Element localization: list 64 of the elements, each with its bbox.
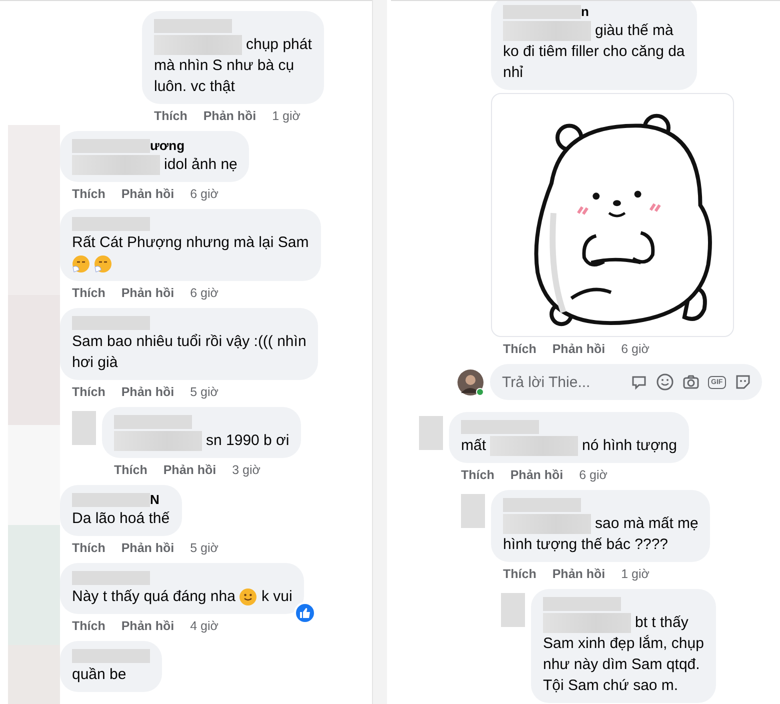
camera-icon[interactable]	[682, 373, 700, 391]
like-link[interactable]: Thích	[154, 107, 188, 125]
sneezing-emoji-icon	[94, 254, 112, 272]
comment-text: nhỉ	[503, 63, 524, 83]
reply-link[interactable]: Phản hồi	[163, 461, 216, 479]
reply-link[interactable]: Phản hồi	[121, 383, 174, 401]
commenter-name: ương	[150, 138, 185, 154]
comment-text: Này t thấy quá đáng nha	[72, 587, 236, 607]
comment-text: Da lão hoá thế	[72, 509, 170, 529]
comment-text: quần be	[72, 665, 126, 685]
timestamp: 6 giờ	[579, 467, 608, 484]
comment-text: ko đi tiêm filler cho căng da	[503, 42, 685, 62]
like-link[interactable]: Thích	[72, 185, 106, 203]
timestamp: 6 giờ	[621, 341, 650, 358]
reply-link[interactable]: Phản hồi	[121, 617, 174, 635]
reply-link[interactable]: Phản hồi	[552, 565, 606, 583]
comment-text: hình tượng thế bác ????	[503, 535, 668, 555]
avatar[interactable]	[457, 368, 484, 396]
reply-link[interactable]: Phản hồi	[510, 466, 564, 484]
timestamp: 6 giờ	[190, 186, 218, 203]
comment-text: nó hình tượng	[582, 436, 677, 456]
reply-link[interactable]: Phản hồi	[121, 185, 174, 203]
sticker-icon[interactable]	[734, 373, 752, 391]
comment-text: giàu thế mà	[595, 21, 674, 41]
reply-link[interactable]: Phản hồi	[203, 107, 256, 125]
comment-text: như này dìm Sam qtqđ.	[543, 655, 700, 675]
like-link[interactable]: Thích	[72, 539, 106, 557]
like-link[interactable]: Thích	[72, 383, 106, 401]
smiley-icon[interactable]	[656, 373, 674, 391]
timestamp: 1 giờ	[621, 566, 650, 583]
timestamp: 1 giờ	[272, 108, 300, 125]
commenter-name: n	[581, 4, 589, 20]
like-reaction-icon[interactable]	[294, 602, 316, 624]
comment-text: mà nhìn S như bà cụ	[154, 56, 294, 76]
comment-text: bt t thấy	[635, 613, 688, 633]
comment-text: luôn. vc thật	[154, 77, 235, 97]
commenter-name: N	[150, 492, 160, 508]
timestamp: 3 giờ	[232, 462, 260, 479]
timestamp: 5 giờ	[190, 384, 218, 401]
like-link[interactable]: Thích	[72, 617, 106, 635]
timestamp: 6 giờ	[190, 285, 218, 302]
sneezing-emoji-icon	[72, 254, 90, 272]
comment-text: Sam xinh đẹp lắm, chụp	[543, 634, 704, 654]
comment-text: k vui	[261, 587, 292, 607]
reply-link[interactable]: Phản hồi	[552, 340, 606, 358]
comment-text: mất	[461, 436, 486, 456]
comment-text: hơi già	[72, 353, 118, 373]
smiley-emoji-icon	[239, 588, 258, 606]
like-link[interactable]: Thích	[461, 466, 494, 484]
reply-link[interactable]: Phản hồi	[121, 284, 174, 302]
like-link[interactable]: Thích	[72, 284, 106, 302]
comment-text: sao mà mất mẹ	[595, 514, 698, 534]
like-link[interactable]: Thích	[114, 461, 148, 479]
comment-text: idol ảnh nẹ	[164, 155, 238, 175]
like-link[interactable]: Thích	[503, 340, 536, 358]
comment-text: Tội Sam chứ sao m.	[543, 676, 678, 696]
comment-text: Sam bao nhiêu tuổi rồi vậy :((( nhìn	[72, 332, 306, 352]
timestamp: 4 giờ	[190, 618, 218, 635]
like-link[interactable]: Thích	[503, 565, 536, 583]
comment-text: sn 1990 b ơi	[206, 431, 290, 451]
timestamp: 5 giờ	[190, 540, 218, 557]
comment-text: chụp phát	[246, 35, 312, 55]
comment-text: Rất Cát Phượng nhưng mà lại Sam	[72, 233, 309, 253]
reply-link[interactable]: Phản hồi	[121, 539, 174, 557]
